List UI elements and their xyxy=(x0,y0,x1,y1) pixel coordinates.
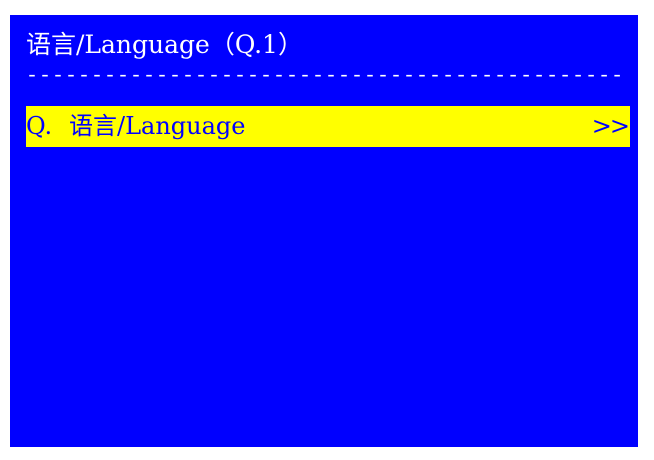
menu-item-language[interactable]: Q. 语言/Language >> xyxy=(26,106,630,147)
screen-title: 语言/Language（Q.1） xyxy=(26,30,303,59)
menu-item-key: Q. xyxy=(26,112,53,140)
menu-item-label: 语言/Language xyxy=(69,112,246,140)
menu-screen: 语言/Language（Q.1） -----------------------… xyxy=(10,15,638,447)
title-separator: ----------------------------------------… xyxy=(26,67,625,87)
submenu-arrow-icon: >> xyxy=(591,112,630,140)
